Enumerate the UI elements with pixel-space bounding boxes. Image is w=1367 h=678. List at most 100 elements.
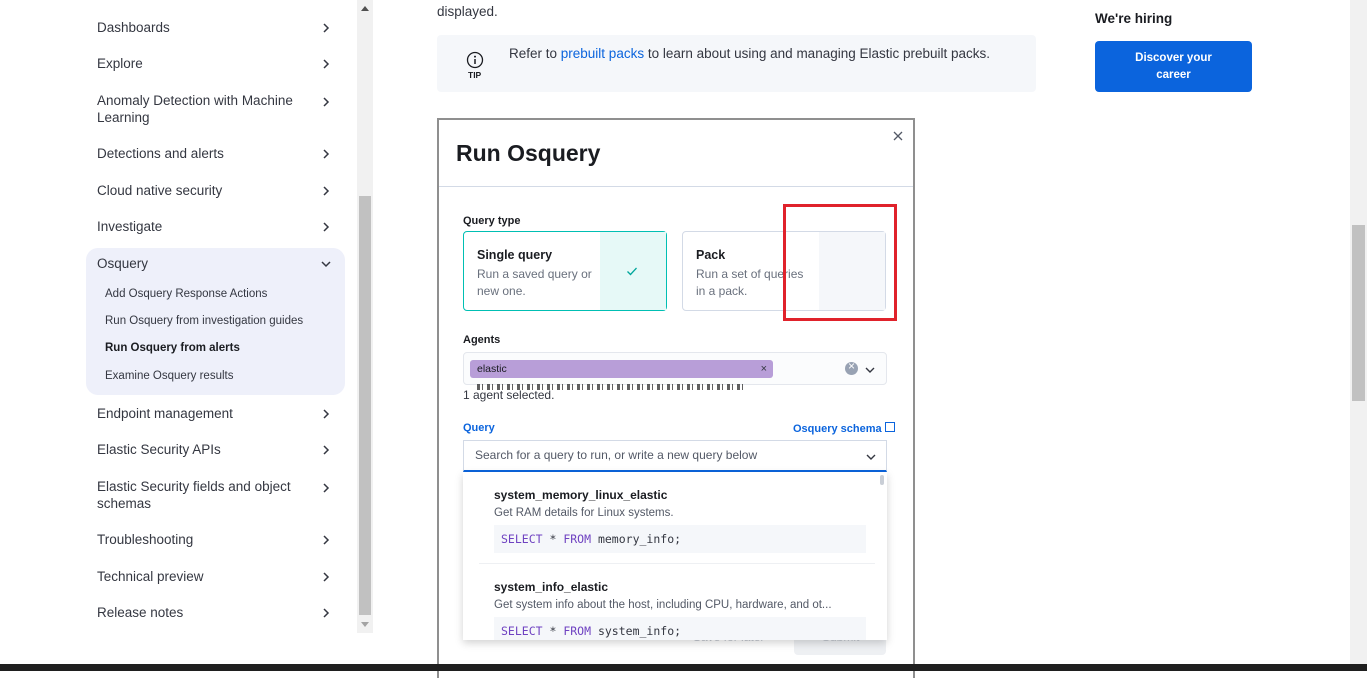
chevron-right-icon[interactable] [320,22,332,34]
nav-item-label: Troubleshooting [97,532,194,547]
left-navigation: Dashboards Explore Anomaly Detection wit… [0,0,357,671]
chevron-right-icon[interactable] [320,96,332,108]
list-item[interactable]: system_info_elastic Get system info abou… [463,564,875,640]
nav-item-label: Endpoint management [97,406,233,421]
nav-item-detections-alerts[interactable]: Detections and alerts [97,146,332,163]
query-type-label: Query type [463,215,521,227]
nav-item-dashboards[interactable]: Dashboards [97,20,332,37]
nav-item-explore[interactable]: Explore [97,56,332,73]
scroll-up-arrow-icon[interactable] [361,6,369,11]
sql-text: * [542,624,564,638]
nav-item-osquery[interactable]: Osquery [97,256,332,273]
chevron-right-icon[interactable] [320,482,332,494]
page-scrollbar[interactable] [1350,0,1367,671]
sql-table: memory_info; [591,532,682,546]
query-name: system_info_elastic [494,580,609,594]
info-icon [466,51,484,69]
nav-subitem-examine-results[interactable]: Examine Osquery results [105,370,233,382]
nav-item-cloud-native-security[interactable]: Cloud native security [97,183,332,200]
chevron-right-icon[interactable] [320,534,332,546]
sql-keyword: FROM [563,532,592,546]
chevron-right-icon[interactable] [320,221,332,233]
hiring-heading: We're hiring [1095,11,1173,26]
chevron-down-icon[interactable] [320,258,332,270]
tip-label: TIP [468,70,482,80]
nav-item-label: Anomaly Detection with Machine Learning [97,93,293,125]
checkmark-icon [627,267,637,276]
nav-item-release-notes[interactable]: Release notes [97,605,332,622]
chevron-right-icon[interactable] [320,607,332,619]
flyout-title: Run Osquery [456,140,601,166]
agents-label: Agents [463,334,501,346]
taskbar-edge [0,664,1367,671]
query-description: Get RAM details for Linux systems. [494,507,674,519]
sql-keyword: SELECT [501,624,543,638]
agent-pill-label: elastic [477,363,507,375]
nav-scrollbar[interactable] [357,0,373,633]
chevron-down-icon[interactable] [864,364,876,376]
nav-item-fields-schemas[interactable]: Elastic Security fields and object schem… [97,479,332,512]
chevron-right-icon[interactable] [320,58,332,70]
query-label: Query [463,422,495,434]
discover-career-button[interactable]: Discover your career [1095,41,1252,92]
nav-item-technical-preview[interactable]: Technical preview [97,569,332,586]
query-search-input[interactable] [473,447,857,463]
nav-item-anomaly-detection[interactable]: Anomaly Detection with Machine Learning [97,93,332,126]
nav-item-security-apis[interactable]: Elastic Security APIs [97,442,332,459]
chevron-right-icon[interactable] [320,148,332,160]
flyout-divider [439,186,913,187]
remove-agent-icon[interactable]: × [761,360,767,378]
chevron-right-icon[interactable] [320,444,332,456]
paragraph-fragment: displayed. [437,4,498,19]
schema-link-label: Osquery schema [793,423,882,435]
nav-scrollbar-thumb[interactable] [359,196,371,615]
tip-text: Refer to prebuilt packs to learn about u… [509,46,990,61]
page-scrollbar-thumb[interactable] [1352,225,1365,401]
tip-text-suffix: to learn about using and managing Elasti… [644,46,991,61]
dropdown-scrollbar[interactable] [880,475,884,485]
query-name: system_memory_linux_elastic [494,488,668,502]
nav-subitem-run-from-investigation-guides[interactable]: Run Osquery from investigation guides [105,315,303,327]
sql-keyword: FROM [563,624,592,638]
nav-subitem-add-response-actions[interactable]: Add Osquery Response Actions [105,288,267,300]
clear-icon[interactable] [845,359,858,375]
scroll-down-arrow-icon[interactable] [361,622,369,627]
single-query-card[interactable]: Single query Run a saved query or new on… [463,231,667,311]
card-title: Single query [477,248,553,262]
external-link-icon [884,422,895,432]
tip-text-prefix: Refer to [509,46,561,61]
chevron-right-icon[interactable] [320,185,332,197]
highlight-annotation [783,204,897,321]
nav-item-label: Elastic Security APIs [97,442,221,457]
close-icon[interactable] [892,130,904,142]
nav-item-label: Release notes [97,605,184,620]
agent-pill[interactable]: elastic × [470,360,773,391]
query-sql: SELECT * FROM system_info; [494,617,866,640]
query-sql: SELECT * FROM memory_info; [494,525,866,553]
query-description: Get system info about the host, includin… [494,599,832,611]
chevron-right-icon[interactable] [320,571,332,583]
nav-item-label: Detections and alerts [97,146,224,161]
sql-keyword: SELECT [501,532,543,546]
card-title: Pack [696,248,726,262]
list-item[interactable]: system_memory_linux_elastic Get RAM deta… [463,472,875,564]
query-search-combobox[interactable] [463,440,887,472]
nav-item-label: Elastic Security fields and object schem… [97,479,291,511]
career-button-label: Discover your career [1135,51,1212,81]
chevron-right-icon[interactable] [320,408,332,420]
osquery-schema-link[interactable]: Osquery schema [793,422,895,435]
agent-count-text: 1 agent selected. [463,388,555,402]
card-description: Run a saved query or new one. [477,267,592,298]
agents-combobox[interactable]: elastic × [463,352,887,391]
nav-item-endpoint-management[interactable]: Endpoint management [97,406,332,423]
nav-subitem-run-from-alerts[interactable]: Run Osquery from alerts [105,342,240,354]
prebuilt-packs-link[interactable]: prebuilt packs [561,46,644,61]
nav-item-investigate[interactable]: Investigate [97,219,332,236]
tip-callout: TIP Refer to prebuilt packs to learn abo… [437,35,1036,92]
run-osquery-screenshot: Run Osquery Query type Single query Run … [437,118,915,678]
sql-table: system_info; [591,624,682,638]
nav-item-label: Explore [97,56,143,71]
chevron-down-icon[interactable] [865,451,877,463]
nav-item-label: Cloud native security [97,183,223,198]
nav-item-troubleshooting[interactable]: Troubleshooting [97,532,332,549]
